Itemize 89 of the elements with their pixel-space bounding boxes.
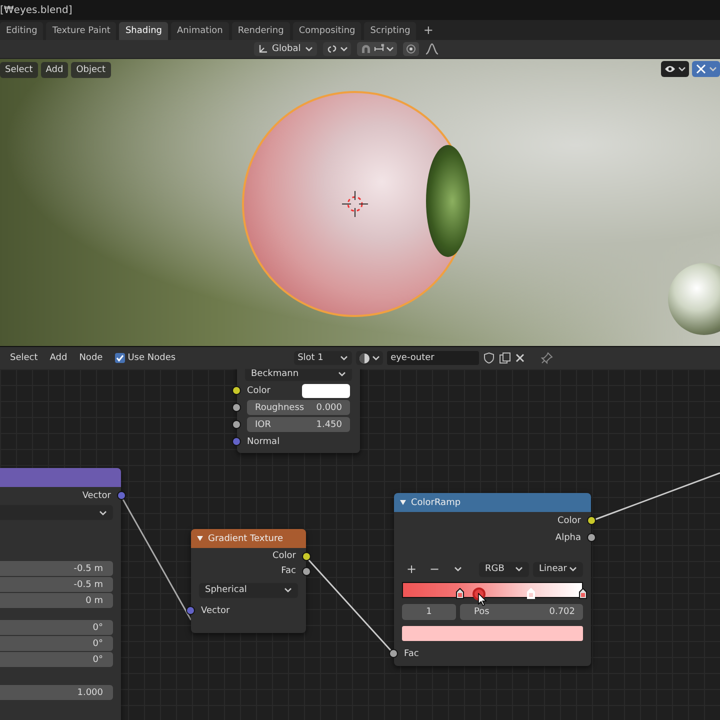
eye-icon [664, 64, 676, 74]
value-field[interactable]: 0° [0, 636, 113, 651]
workspace-tab[interactable]: Rendering [232, 22, 290, 40]
stop-index-field[interactable]: 1 [402, 604, 456, 620]
node-title: ColorRamp [411, 498, 461, 508]
color-stop-handle[interactable] [579, 588, 587, 599]
stop-color-swatch[interactable] [402, 626, 583, 641]
chevron-icon [709, 65, 717, 73]
value-field[interactable]: 0 m [0, 593, 113, 608]
material-name-field[interactable]: eye-outer [386, 351, 479, 365]
shield-icon[interactable] [482, 352, 495, 364]
distribution-dropdown[interactable]: Beckmann [245, 369, 352, 381]
viewport-menu[interactable]: Add [40, 62, 68, 78]
copy-icon[interactable] [498, 352, 511, 364]
node-socket[interactable] [117, 491, 126, 500]
socket-label: Alpha [555, 532, 581, 542]
socket-label: Fac [404, 648, 419, 658]
chevron-icon [515, 565, 523, 573]
color-ramp-bar[interactable] [402, 582, 583, 598]
node-menu[interactable]: Add [46, 353, 72, 363]
pivot-button[interactable] [322, 42, 351, 56]
collapse-icon[interactable] [197, 536, 203, 541]
workspace-tab[interactable]: Editing [0, 22, 44, 40]
proportional-edit-button[interactable] [402, 42, 419, 56]
material-browse-button[interactable] [356, 351, 383, 365]
workspace-tab[interactable]: Shading [119, 22, 168, 40]
color-swatch[interactable] [302, 384, 350, 398]
interpolation-dropdown[interactable]: Linear [533, 562, 583, 576]
close-icon[interactable] [514, 353, 525, 363]
value-field[interactable]: -0.5 m [0, 577, 113, 592]
collapse-icon[interactable] [400, 500, 406, 505]
workspace-tab[interactable]: Scripting [364, 22, 416, 40]
node-menu[interactable]: Select [6, 353, 42, 363]
chevron-icon [372, 354, 380, 362]
orientation-dropdown[interactable]: Global [254, 42, 317, 56]
value-field[interactable]: -0.5 m [0, 561, 113, 576]
window-title: [₩eyes.blend] [0, 4, 72, 16]
node-socket[interactable] [186, 606, 195, 615]
target-icon [406, 44, 416, 54]
chevron-icon [340, 45, 348, 53]
number-field[interactable]: Roughness 0.000 [247, 400, 350, 415]
workspace-tab[interactable]: Animation [171, 22, 229, 40]
socket-label: Vector [201, 606, 230, 616]
add-workspace-button[interactable]: + [419, 23, 438, 37]
color-mode-dropdown[interactable]: RGB [479, 562, 529, 576]
mouse-cursor-icon [478, 593, 487, 606]
gradient-type-dropdown[interactable]: Spherical [199, 582, 298, 598]
value-field[interactable]: 0° [0, 652, 113, 667]
number-field[interactable]: IOR 1.450 [247, 417, 350, 432]
gizmo-button[interactable] [692, 61, 720, 77]
viewport-menu[interactable]: Object [71, 62, 111, 78]
chevron-icon [99, 508, 107, 516]
add-stop-button[interactable]: + [402, 562, 421, 576]
chevron-icon [454, 565, 462, 573]
value-field[interactable]: 1.000 [0, 685, 113, 700]
pin-icon[interactable] [540, 352, 553, 364]
socket-label: Normal [247, 436, 280, 446]
socket-label: Color [247, 386, 270, 396]
chevron-icon [304, 45, 313, 53]
falloff-curve-icon[interactable] [424, 43, 439, 55]
use-nodes-checkbox[interactable]: Use Nodes [110, 353, 180, 363]
node-header[interactable] [0, 468, 121, 487]
node-socket[interactable] [389, 649, 398, 658]
axes-icon [258, 44, 268, 54]
viewport-menu[interactable]: Select [0, 62, 38, 78]
visibility-button[interactable] [661, 61, 689, 77]
socket-label: Fac [281, 566, 296, 576]
chevron-icon [386, 45, 394, 53]
socket-label: Color [272, 550, 296, 560]
value-field[interactable]: 0° [0, 620, 113, 635]
sphere-icon [358, 352, 370, 364]
snap-target-icon [374, 44, 384, 54]
node-title: Gradient Texture [208, 534, 283, 544]
workspace-tab[interactable]: Compositing [292, 22, 362, 40]
3d-cursor-icon [342, 191, 368, 217]
magnet-icon [360, 43, 372, 55]
workspace-tab[interactable]: Texture Paint [46, 22, 116, 40]
slot-dropdown[interactable]: Slot 1 [294, 351, 352, 365]
chevron-icon [678, 65, 686, 73]
chevron-icon [569, 565, 577, 573]
remove-stop-button[interactable]: − [425, 562, 444, 576]
socket-label: Color [558, 516, 581, 526]
snap-button[interactable] [356, 42, 397, 56]
node-menu[interactable]: Node [75, 353, 107, 363]
chevron-icon [284, 586, 292, 594]
checkbox[interactable] [114, 353, 125, 363]
position-field[interactable]: Pos 0.702 [460, 604, 583, 620]
chrome-sphere [668, 263, 720, 335]
socket-label: Vector [82, 490, 111, 500]
